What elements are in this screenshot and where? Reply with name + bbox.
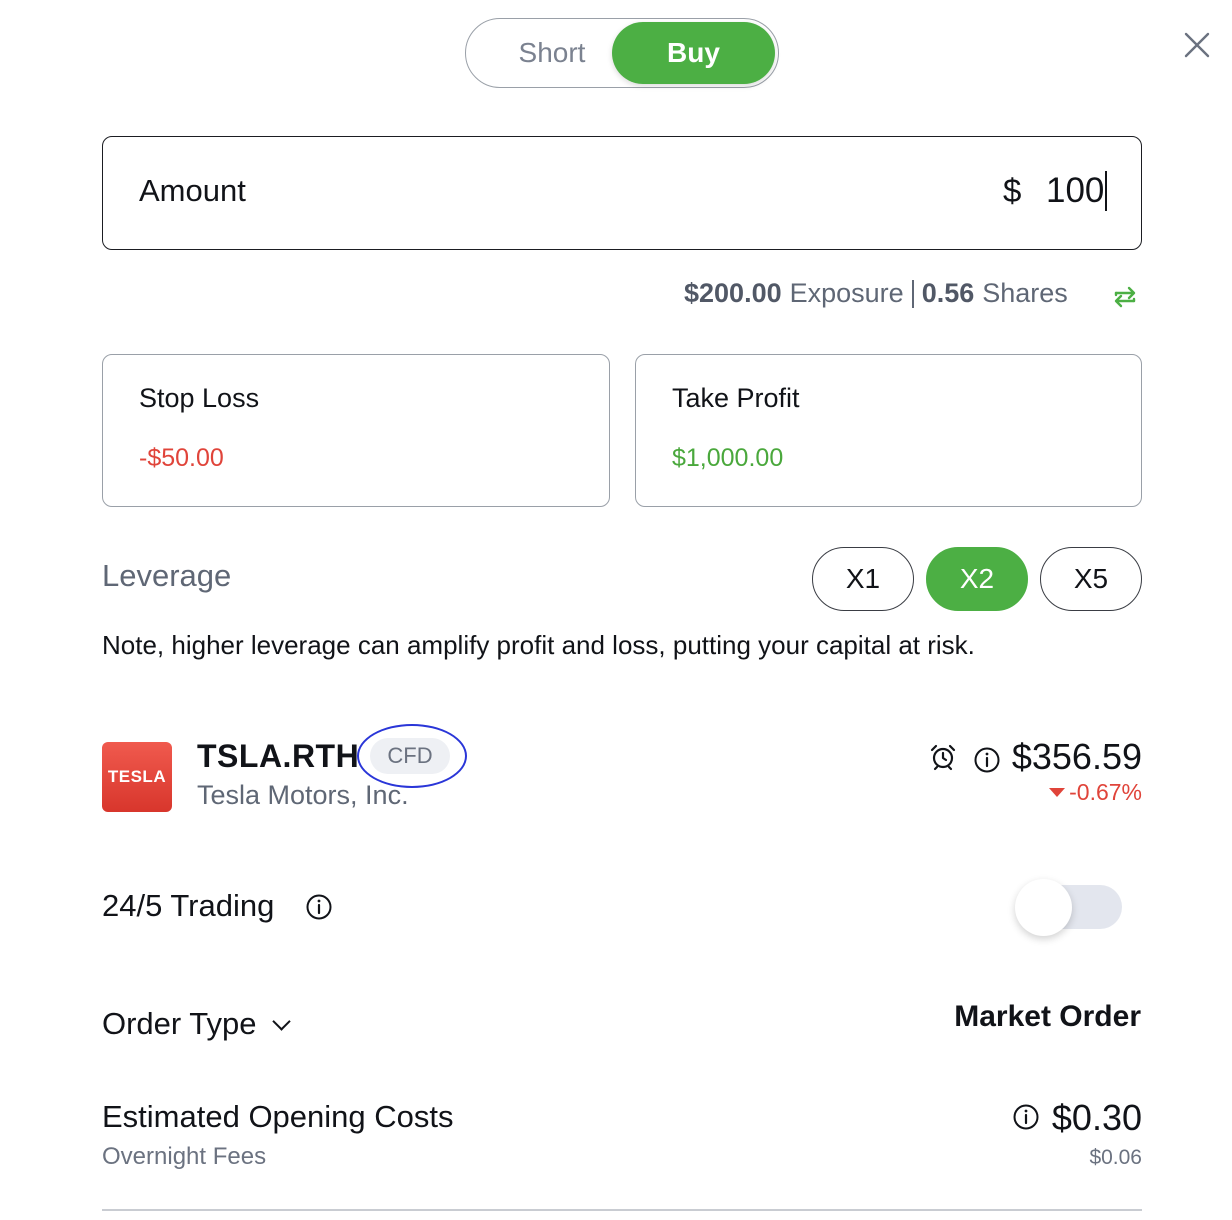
shares-value: 0.56	[921, 278, 975, 308]
stop-loss-value: -$50.00	[139, 444, 224, 472]
trading-info-icon[interactable]	[305, 893, 333, 921]
order-type-dropdown[interactable]: Order Type	[102, 1006, 291, 1042]
trading-24-5-label: 24/5 Trading	[102, 888, 275, 923]
short-option[interactable]: Short	[472, 22, 632, 84]
price-info-icon[interactable]	[973, 746, 1001, 774]
down-arrow-icon	[1049, 788, 1066, 797]
overnight-fees-label: Overnight Fees	[102, 1143, 267, 1170]
leverage-label: Leverage	[102, 558, 232, 593]
amount-currency: $	[1003, 172, 1022, 209]
order-type-value: Market Order	[954, 1000, 1141, 1033]
opening-costs-value: $0.30	[1051, 1097, 1142, 1138]
order-type-label: Order Type	[102, 1006, 257, 1041]
leverage-x2-button[interactable]: X2	[926, 547, 1028, 611]
leverage-x5-button[interactable]: X5	[1040, 547, 1142, 611]
exposure-label: Exposure	[789, 278, 904, 308]
take-profit-card[interactable]: Take Profit $1,000.00	[635, 354, 1142, 507]
leverage-note: Note, higher leverage can amplify profit…	[102, 630, 975, 660]
close-icon[interactable]	[1180, 28, 1214, 62]
tesla-logo: TESLA	[102, 742, 172, 812]
opening-costs-label: Estimated Opening Costs	[102, 1099, 454, 1134]
price-change-value: -0.67%	[1069, 779, 1142, 805]
exposure-divider	[911, 279, 914, 308]
overnight-fees-value: $0.06	[1089, 1146, 1142, 1169]
alarm-icon[interactable]	[928, 742, 958, 772]
chevron-down-icon	[271, 1011, 291, 1031]
leverage-x1-button[interactable]: X1	[812, 547, 914, 611]
divider	[102, 1209, 1142, 1211]
swap-icon[interactable]	[1110, 282, 1140, 312]
amount-field[interactable]: Amount $ 100	[102, 136, 1142, 250]
shares-label: Shares	[982, 278, 1068, 308]
price-change: -0.67%	[1049, 779, 1142, 806]
instrument-price: $356.59	[1011, 736, 1142, 777]
costs-info-icon[interactable]	[1012, 1103, 1040, 1131]
take-profit-title: Take Profit	[672, 383, 800, 413]
exposure-summary: $200.00 Exposure 0.56 Shares	[684, 278, 1068, 309]
stop-loss-title: Stop Loss	[139, 383, 260, 413]
amount-label: Amount	[139, 173, 246, 208]
instrument-ticker: TSLA.RTH	[197, 738, 360, 774]
buy-option[interactable]: Buy	[612, 22, 775, 84]
toggle-knob[interactable]	[1015, 879, 1072, 936]
take-profit-value: $1,000.00	[672, 444, 784, 472]
stop-loss-card[interactable]: Stop Loss -$50.00	[102, 354, 610, 507]
exposure-value: $200.00	[684, 278, 782, 308]
company-name: Tesla Motors, Inc.	[197, 780, 409, 810]
cfd-badge[interactable]: CFD	[370, 738, 450, 774]
side-toggle: Short Buy	[465, 18, 779, 88]
amount-input[interactable]: 100	[1046, 171, 1108, 211]
